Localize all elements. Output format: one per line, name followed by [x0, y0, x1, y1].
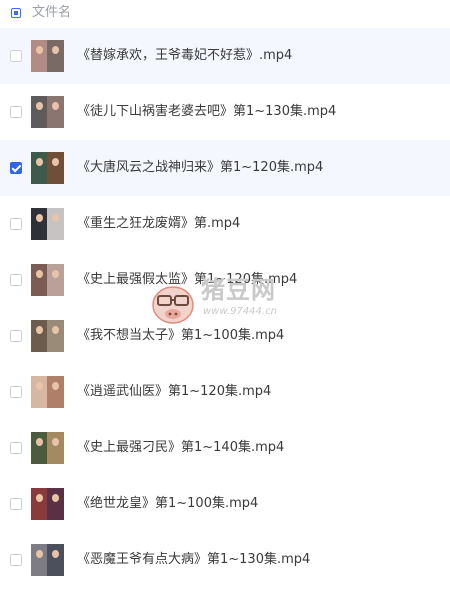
filename-column-header: 文件名	[32, 5, 72, 20]
watermark-text: 猪豆网	[201, 276, 276, 304]
watermark-url: www.97444.cn	[203, 306, 277, 317]
select-all-checkbox[interactable]	[11, 8, 21, 18]
file-name[interactable]: 《恶魔王爷有点大病》第1~130集.mp4	[77, 551, 310, 569]
file-name[interactable]: 《绝世龙皇》第1~100集.mp4	[77, 495, 258, 513]
row-checkbox[interactable]	[10, 162, 22, 174]
row-checkbox[interactable]	[10, 442, 22, 454]
file-row[interactable]: 《重生之狂龙废婿》第.mp4	[0, 196, 450, 252]
file-name[interactable]: 《我不想当太子》第1~100集.mp4	[77, 327, 284, 345]
file-name[interactable]: 《替嫁承欢，王爷毒妃不好惹》.mp4	[77, 47, 292, 65]
file-name[interactable]: 《大唐风云之战神归来》第1~120集.mp4	[77, 159, 323, 177]
row-checkbox[interactable]	[10, 106, 22, 118]
video-thumbnail	[31, 96, 64, 128]
file-row[interactable]: 《史上最强刁民》第1~140集.mp4	[0, 420, 450, 476]
video-thumbnail	[31, 40, 64, 72]
row-checkbox[interactable]	[10, 50, 22, 62]
file-name[interactable]: 《逍遥武仙医》第1~120集.mp4	[77, 383, 271, 401]
row-checkbox[interactable]	[10, 498, 22, 510]
file-name[interactable]: 《史上最强刁民》第1~140集.mp4	[77, 439, 284, 457]
video-thumbnail	[31, 488, 64, 520]
file-row[interactable]: 《绝世龙皇》第1~100集.mp4	[0, 476, 450, 532]
video-thumbnail	[31, 544, 64, 576]
row-checkbox[interactable]	[10, 554, 22, 566]
watermark-logo-icon	[152, 286, 194, 324]
row-checkbox[interactable]	[10, 218, 22, 230]
file-row[interactable]: 《徒儿下山祸害老婆去吧》第1~130集.mp4	[0, 84, 450, 140]
video-thumbnail	[31, 320, 64, 352]
file-name[interactable]: 《徒儿下山祸害老婆去吧》第1~130集.mp4	[77, 103, 336, 121]
row-checkbox[interactable]	[10, 330, 22, 342]
file-row[interactable]: 《替嫁承欢，王爷毒妃不好惹》.mp4	[0, 28, 450, 84]
file-row[interactable]: 《大唐风云之战神归来》第1~120集.mp4	[0, 140, 450, 196]
file-row[interactable]: 《恶魔王爷有点大病》第1~130集.mp4	[0, 532, 450, 588]
video-thumbnail	[31, 432, 64, 464]
video-thumbnail	[31, 264, 64, 296]
video-thumbnail	[31, 208, 64, 240]
row-checkbox[interactable]	[10, 386, 22, 398]
file-name[interactable]: 《重生之狂龙废婿》第.mp4	[77, 215, 240, 233]
file-row[interactable]: 《逍遥武仙医》第1~120集.mp4	[0, 364, 450, 420]
row-checkbox[interactable]	[10, 274, 22, 286]
video-thumbnail	[31, 152, 64, 184]
table-header: 文件名	[0, 0, 450, 28]
video-thumbnail	[31, 376, 64, 408]
